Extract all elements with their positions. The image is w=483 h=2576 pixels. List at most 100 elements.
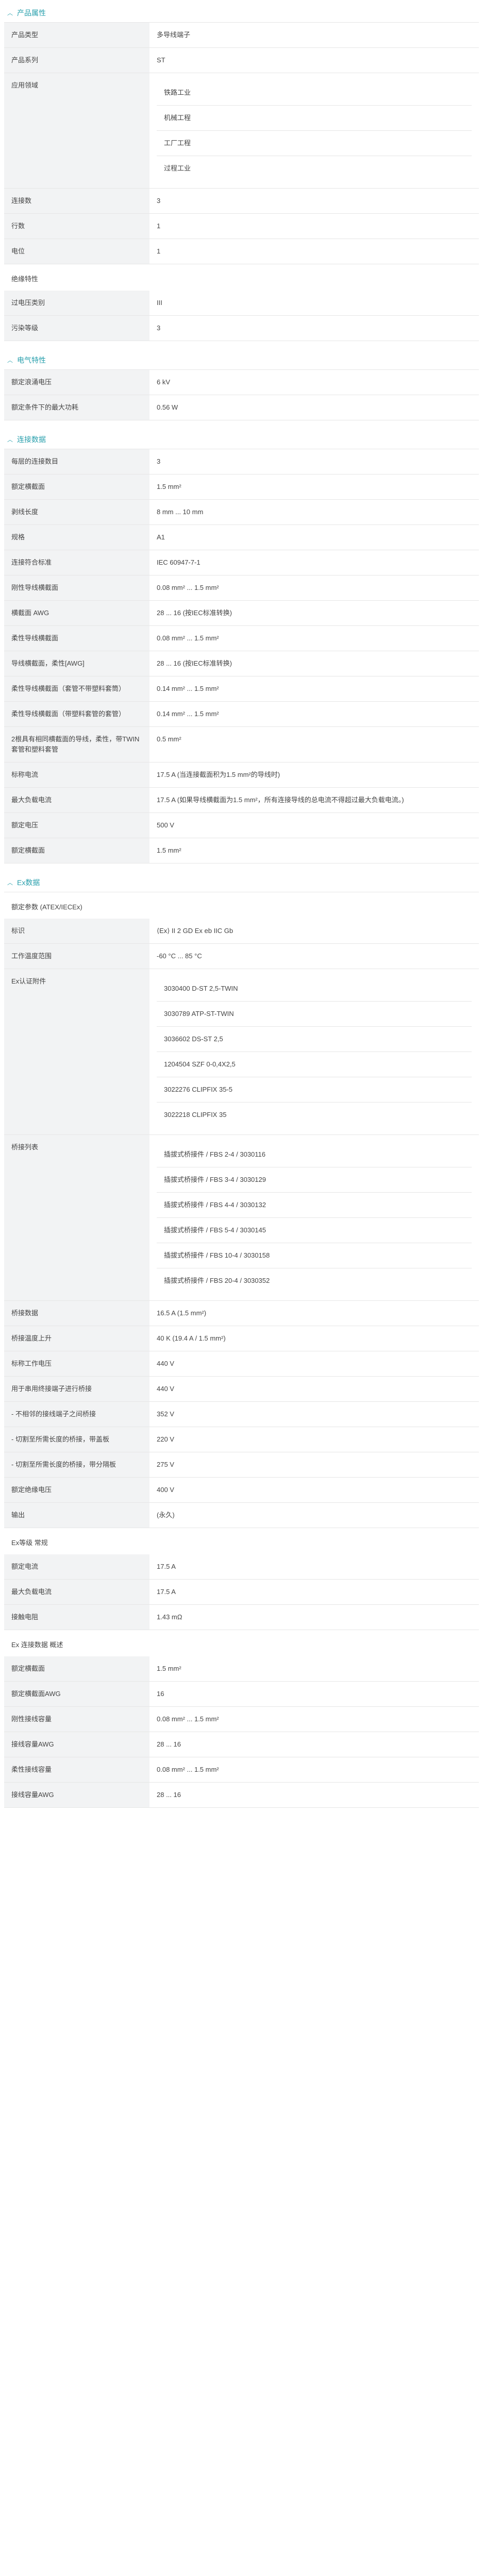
spec-row: 连接数 3 [4, 188, 479, 214]
spec-label: 桥接列表 [4, 1134, 149, 1301]
spec-label: 输出 [4, 1502, 149, 1528]
spec-row: 桥接温度上升 40 K (19.4 A / 1.5 mm²) [4, 1326, 479, 1351]
spec-row: 标称电流 17.5 A (当连接截面积为1.5 mm²的导线时) [4, 762, 479, 788]
spec-label: 接触电阻 [4, 1604, 149, 1630]
spec-value-list: 铁路工业 机械工程 工厂工程 过程工业 [149, 73, 479, 189]
section-ex-header[interactable]: ︿ Ex数据 [4, 873, 479, 892]
spec-label: Ex认证附件 [4, 969, 149, 1135]
spec-row: 行数 1 [4, 213, 479, 239]
section-product-header[interactable]: ︿ 产品属性 [4, 3, 479, 23]
spec-value: 1.5 mm² [149, 474, 479, 500]
spec-row: 输出 (永久) [4, 1502, 479, 1528]
spec-label: 额定条件下的最大功耗 [4, 395, 149, 420]
spec-value: 275 V [149, 1452, 479, 1478]
spec-value: 0.14 mm² ... 1.5 mm² [149, 676, 479, 702]
spec-table-insulation: 过电压类别 III 污染等级 3 [4, 291, 479, 341]
spec-label: 应用领域 [4, 73, 149, 189]
spec-row: 工作温度范围 -60 °C ... 85 °C [4, 943, 479, 969]
spec-value: 40 K (19.4 A / 1.5 mm²) [149, 1326, 479, 1351]
spec-value: 机械工程 [157, 106, 472, 131]
spec-label: 导线横截面，柔性[AWG] [4, 651, 149, 676]
spec-value: 0.08 mm² ... 1.5 mm² [149, 1757, 479, 1783]
spec-value: 17.5 A (当连接截面积为1.5 mm²的导线时) [149, 762, 479, 788]
spec-table-product: 产品类型 多导线端子 产品系列 ST 应用领域 铁路工业 机械工程 工厂工程 过程工业 连接数 3 行… [4, 23, 479, 264]
spec-value: 440 V [149, 1351, 479, 1377]
spec-row: 柔性导线横截面（带塑料套管的套管） 0.14 mm² ... 1.5 mm² [4, 701, 479, 727]
spec-value: 1204504 SZF 0-0,4X2,5 [157, 1052, 472, 1077]
spec-value: 28 ... 16 [149, 1732, 479, 1757]
spec-label: 连接数 [4, 188, 149, 214]
spec-row: 额定横截面 1.5 mm² [4, 474, 479, 500]
spec-value: 插拔式桥接件 / FBS 4-4 / 3030132 [157, 1193, 472, 1218]
spec-row: 柔性接线容量 0.08 mm² ... 1.5 mm² [4, 1757, 479, 1783]
spec-label: - 切割至所需长度的桥接，带分隔板 [4, 1452, 149, 1478]
spec-label: 规格 [4, 524, 149, 550]
spec-value-list: 3030400 D-ST 2,5-TWIN 3030789 ATP-ST-TWIN… [149, 969, 479, 1135]
spec-value: 过程工业 [164, 164, 191, 172]
spec-label: 产品类型 [4, 23, 149, 48]
section-connection-header[interactable]: ︿ 连接数据 [4, 430, 479, 449]
spec-value: 1 [149, 213, 479, 239]
spec-value: 铁路工业 [157, 80, 472, 106]
chevron-up-icon: ︿ [7, 357, 13, 364]
subsection-title-ex-conn: Ex 连接数据 概述 [11, 1641, 63, 1649]
spec-row: 污染等级 3 [4, 315, 479, 341]
spec-row: 额定横截面AWG 16 [4, 1681, 479, 1707]
spec-value: 0.56 W [149, 395, 479, 420]
section-title: 电气特性 [17, 355, 46, 364]
spec-label: 额定浪涌电压 [4, 370, 149, 395]
spec-value: 6 kV [149, 370, 479, 395]
spec-value: 3022218 CLIPFIX 35 [164, 1111, 227, 1118]
spec-label: 柔性接线容量 [4, 1757, 149, 1783]
spec-row: 额定横截面 1.5 mm² [4, 838, 479, 863]
spec-table-electrical: 额定浪涌电压 6 kV 额定条件下的最大功耗 0.56 W [4, 370, 479, 420]
spec-label: 柔性导线横截面（带塑料套管的套管） [4, 701, 149, 727]
spec-row: 连接符合标准 IEC 60947-7-1 [4, 550, 479, 575]
spec-row: 桥接数据 16.5 A (1.5 mm²) [4, 1300, 479, 1326]
spec-label: 接线容量AWG [4, 1732, 149, 1757]
spec-label: - 不相邻的接线端子之间桥接 [4, 1401, 149, 1427]
spec-label: 电位 [4, 239, 149, 264]
spec-row: - 切割至所需长度的桥接，带分隔板 275 V [4, 1452, 479, 1478]
spec-label: 额定横截面 [4, 474, 149, 500]
spec-value: 3 [149, 188, 479, 214]
spec-value: A1 [149, 524, 479, 550]
spec-label: 接线容量AWG [4, 1782, 149, 1808]
spec-row: 最大负载电流 17.5 A (如果导线横截面为1.5 mm²，所有连接导线的总电流… [4, 787, 479, 813]
spec-table-ex-approval: 标识 ⟨Ex⟩ II 2 GD Ex eb IIC Gb 工作温度范围 -60 °C … [4, 919, 479, 1528]
spec-value: ⟨Ex⟩ II 2 GD Ex eb IIC Gb [149, 919, 479, 944]
spec-label: 最大负载电流 [4, 1579, 149, 1605]
spec-value: III [149, 291, 479, 316]
spec-value: 16 [149, 1681, 479, 1707]
subsection-title-ex-approval: 额定参数 (ATEX/IECEx) [11, 903, 82, 911]
spec-value: 0.08 mm² ... 1.5 mm² [149, 575, 479, 601]
spec-row: 柔性导线横截面 0.08 mm² ... 1.5 mm² [4, 625, 479, 651]
spec-row: 应用领域 铁路工业 机械工程 工厂工程 过程工业 [4, 73, 479, 189]
spec-label: 剥线长度 [4, 499, 149, 525]
spec-row: 刚性接线容量 0.08 mm² ... 1.5 mm² [4, 1706, 479, 1732]
spec-value: 插拔式桥接件 / FBS 10-4 / 3030158 [157, 1243, 472, 1268]
spec-label: 额定横截面 [4, 1656, 149, 1682]
spec-label: 额定横截面AWG [4, 1681, 149, 1707]
section-electrical-header[interactable]: ︿ 电气特性 [4, 350, 479, 370]
spec-label: 横截面 AWG [4, 600, 149, 626]
spec-value: 3 [149, 449, 479, 474]
spec-label: 每层的连接数目 [4, 449, 149, 474]
spec-value: -60 °C ... 85 °C [149, 943, 479, 969]
spec-label: 污染等级 [4, 315, 149, 341]
spec-row: 接线容量AWG 28 ... 16 [4, 1782, 479, 1808]
spec-row: 额定横截面 1.5 mm² [4, 1656, 479, 1682]
spec-value: 500 V [149, 812, 479, 838]
spec-value: 插拔式桥接件 / FBS 2-4 / 3030116 [157, 1142, 472, 1167]
spec-value: 3022276 CLIPFIX 35-5 [157, 1077, 472, 1103]
chevron-up-icon: ︿ [7, 436, 13, 443]
spec-label: 桥接温度上升 [4, 1326, 149, 1351]
spec-row: Ex认证附件 3030400 D-ST 2,5-TWIN 3030789 ATP-S… [4, 969, 479, 1135]
spec-value: 3030789 ATP-ST-TWIN [157, 1002, 472, 1027]
spec-label: 额定电压 [4, 812, 149, 838]
spec-value: 0.08 mm² ... 1.5 mm² [149, 625, 479, 651]
spec-value: (永久) [149, 1502, 479, 1528]
spec-label: 刚性接线容量 [4, 1706, 149, 1732]
spec-row: 导线横截面，柔性[AWG] 28 ... 16 (按IEC标准转换) [4, 651, 479, 676]
spec-value: 3036602 DS-ST 2,5 [157, 1027, 472, 1052]
